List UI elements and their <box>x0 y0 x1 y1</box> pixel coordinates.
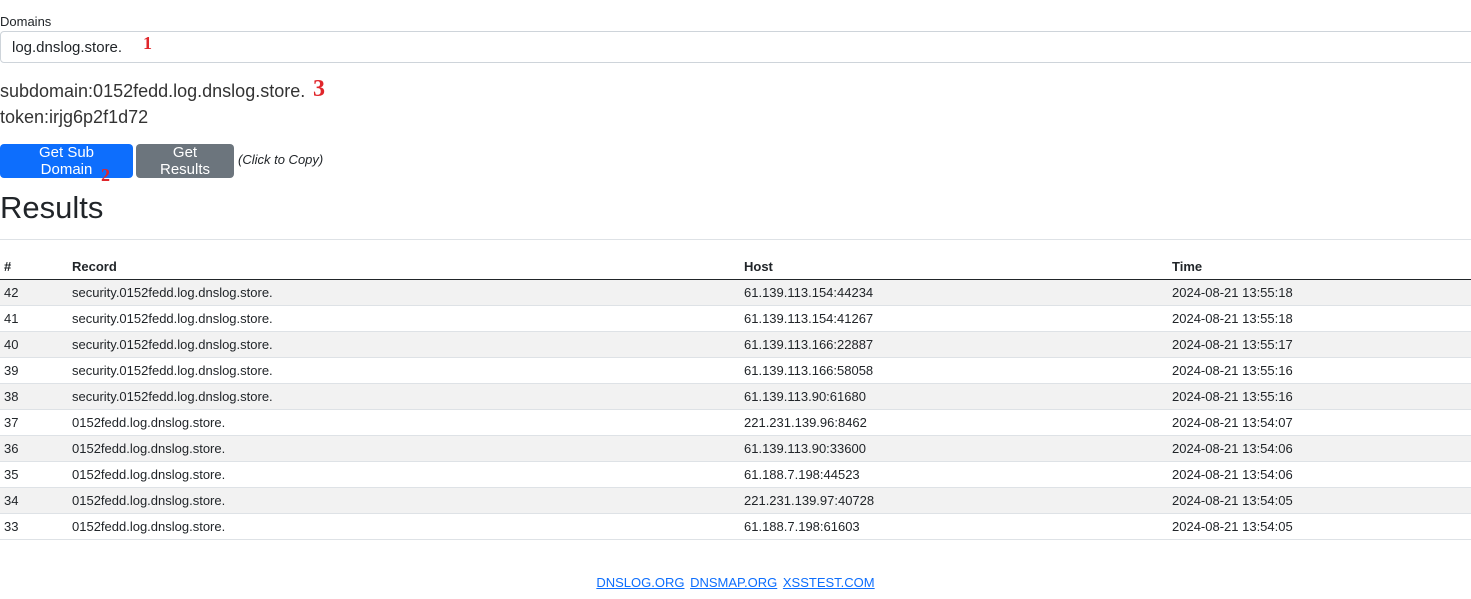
row-time: 2024-08-21 13:54:05 <box>1168 487 1471 514</box>
row-number: 36 <box>0 435 68 462</box>
row-time: 2024-08-21 13:55:18 <box>1168 305 1471 332</box>
column-header-host: Host <box>740 254 1168 280</box>
table-header-row: # Record Host Time <box>0 254 1471 280</box>
row-host: 221.231.139.96:8462 <box>740 409 1168 436</box>
row-host: 221.231.139.97:40728 <box>740 487 1168 514</box>
row-time: 2024-08-21 13:55:16 <box>1168 383 1471 410</box>
row-host: 61.139.113.90:33600 <box>740 435 1168 462</box>
footer-links: DNSLOG.ORG DNSMAP.ORG XSSTEST.COM <box>0 575 1471 590</box>
table-row: 35 0152fedd.log.dnslog.store. 61.188.7.1… <box>0 461 1471 488</box>
row-number: 33 <box>0 513 68 540</box>
row-host: 61.139.113.154:44234 <box>740 279 1168 306</box>
row-number: 34 <box>0 487 68 514</box>
get-results-button[interactable]: Get Results <box>136 144 234 178</box>
domains-label: Domains <box>0 14 52 29</box>
row-time: 2024-08-21 13:54:06 <box>1168 435 1471 462</box>
table-row: 33 0152fedd.log.dnslog.store. 61.188.7.1… <box>0 513 1471 540</box>
table-row: 36 0152fedd.log.dnslog.store. 61.139.113… <box>0 435 1471 462</box>
footer-link-xsstest[interactable]: XSSTEST.COM <box>783 575 875 590</box>
row-number: 35 <box>0 461 68 488</box>
row-record: 0152fedd.log.dnslog.store. <box>68 513 740 540</box>
row-number: 40 <box>0 331 68 358</box>
row-time: 2024-08-21 13:54:06 <box>1168 461 1471 488</box>
row-host: 61.139.113.166:58058 <box>740 357 1168 384</box>
row-time: 2024-08-21 13:55:16 <box>1168 357 1471 384</box>
click-to-copy-hint: (Click to Copy) <box>238 152 324 167</box>
row-host: 61.188.7.198:61603 <box>740 513 1168 540</box>
table-row: 40 security.0152fedd.log.dnslog.store. 6… <box>0 331 1471 358</box>
column-header-number: # <box>0 254 68 280</box>
table-row: 37 0152fedd.log.dnslog.store. 221.231.13… <box>0 409 1471 436</box>
row-record: security.0152fedd.log.dnslog.store. <box>68 383 740 410</box>
subdomain-text[interactable]: subdomain:0152fedd.log.dnslog.store. <box>0 81 305 102</box>
results-heading: Results <box>0 190 104 225</box>
footer-link-dnsmap[interactable]: DNSMAP.ORG <box>690 575 777 590</box>
row-host: 61.139.113.90:61680 <box>740 383 1168 410</box>
row-host: 61.188.7.198:44523 <box>740 461 1168 488</box>
row-record: security.0152fedd.log.dnslog.store. <box>68 305 740 332</box>
row-time: 2024-08-21 13:55:17 <box>1168 331 1471 358</box>
row-time: 2024-08-21 13:54:05 <box>1168 513 1471 540</box>
domain-input[interactable] <box>0 31 1471 63</box>
annotation-marker-2: 2 <box>101 165 110 185</box>
row-time: 2024-08-21 13:54:07 <box>1168 409 1471 436</box>
table-row: 38 security.0152fedd.log.dnslog.store. 6… <box>0 383 1471 410</box>
table-row: 39 security.0152fedd.log.dnslog.store. 6… <box>0 357 1471 384</box>
row-host: 61.139.113.154:41267 <box>740 305 1168 332</box>
row-time: 2024-08-21 13:55:18 <box>1168 279 1471 306</box>
row-number: 42 <box>0 279 68 306</box>
table-row: 42 security.0152fedd.log.dnslog.store. 6… <box>0 279 1471 306</box>
row-number: 39 <box>0 357 68 384</box>
row-record: 0152fedd.log.dnslog.store. <box>68 435 740 462</box>
row-record: security.0152fedd.log.dnslog.store. <box>68 357 740 384</box>
annotation-marker-1: 1 <box>143 33 152 53</box>
table-row: 41 security.0152fedd.log.dnslog.store. 6… <box>0 305 1471 332</box>
row-record: 0152fedd.log.dnslog.store. <box>68 487 740 514</box>
get-sub-domain-button[interactable]: Get Sub Domain <box>0 144 133 178</box>
column-header-time: Time <box>1168 254 1471 280</box>
footer-link-dnslog[interactable]: DNSLOG.ORG <box>596 575 684 590</box>
annotation-marker-3: 3 <box>313 76 325 102</box>
row-record: 0152fedd.log.dnslog.store. <box>68 409 740 436</box>
column-header-record: Record <box>68 254 740 280</box>
token-text[interactable]: token:irjg6p2f1d72 <box>0 107 148 128</box>
row-number: 37 <box>0 409 68 436</box>
row-number: 38 <box>0 383 68 410</box>
row-number: 41 <box>0 305 68 332</box>
results-divider <box>0 239 1471 240</box>
results-table: # Record Host Time 42 security.0152fedd.… <box>0 254 1471 540</box>
row-record: 0152fedd.log.dnslog.store. <box>68 461 740 488</box>
row-record: security.0152fedd.log.dnslog.store. <box>68 331 740 358</box>
row-host: 61.139.113.166:22887 <box>740 331 1168 358</box>
row-record: security.0152fedd.log.dnslog.store. <box>68 279 740 306</box>
table-row: 34 0152fedd.log.dnslog.store. 221.231.13… <box>0 487 1471 514</box>
